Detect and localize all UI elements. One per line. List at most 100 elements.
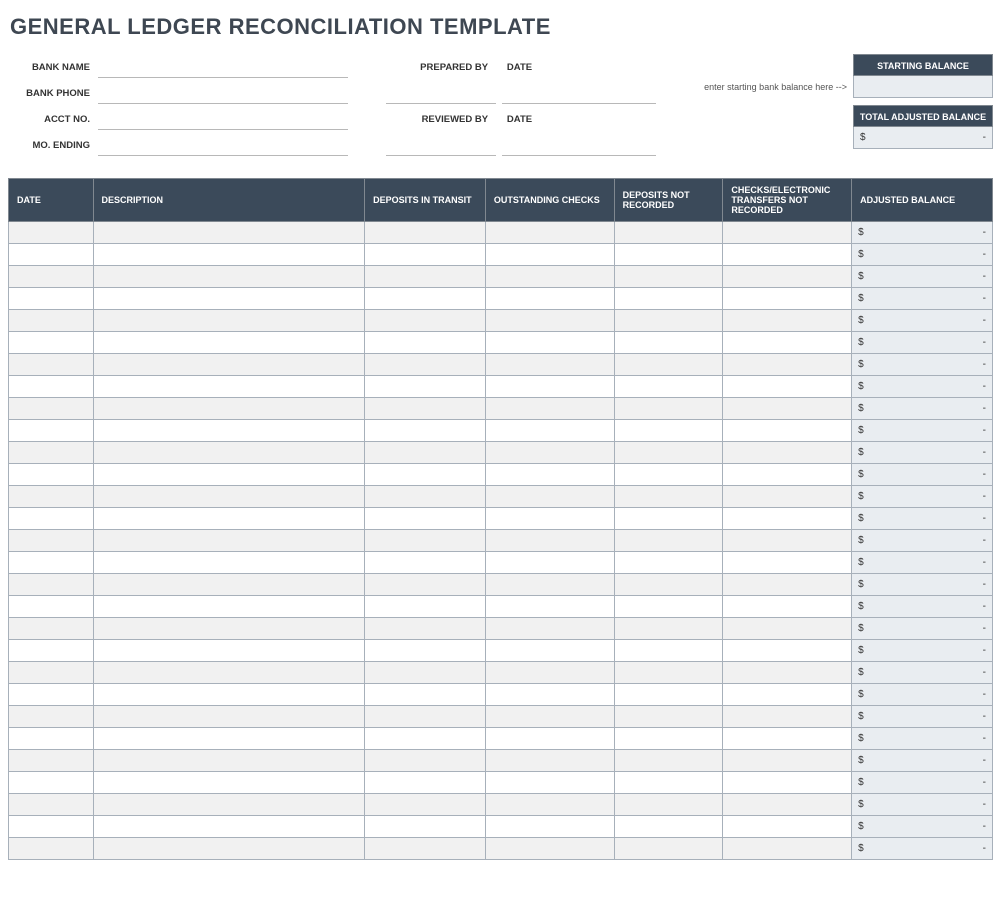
table-cell[interactable] [9, 442, 94, 464]
table-cell[interactable] [93, 706, 365, 728]
table-cell[interactable] [485, 332, 614, 354]
table-cell[interactable] [93, 728, 365, 750]
table-cell[interactable] [9, 288, 94, 310]
table-cell[interactable] [614, 222, 723, 244]
table-cell[interactable] [723, 618, 852, 640]
table-cell[interactable] [9, 838, 94, 860]
table-cell[interactable] [485, 596, 614, 618]
table-cell[interactable] [614, 618, 723, 640]
table-cell[interactable] [9, 464, 94, 486]
table-cell[interactable] [9, 420, 94, 442]
table-cell[interactable] [723, 684, 852, 706]
table-cell[interactable] [723, 596, 852, 618]
table-cell[interactable] [614, 354, 723, 376]
table-cell[interactable] [93, 376, 365, 398]
table-cell[interactable] [9, 640, 94, 662]
table-cell[interactable] [485, 816, 614, 838]
table-cell[interactable] [93, 420, 365, 442]
table-cell[interactable] [93, 464, 365, 486]
table-cell[interactable] [614, 486, 723, 508]
bank-name-input[interactable] [98, 56, 348, 78]
table-cell[interactable] [365, 618, 486, 640]
reviewed-date-input[interactable] [502, 134, 656, 156]
table-cell[interactable] [723, 398, 852, 420]
table-cell[interactable] [723, 508, 852, 530]
table-cell[interactable] [93, 750, 365, 772]
prepared-date-input[interactable] [502, 82, 656, 104]
table-cell[interactable] [614, 750, 723, 772]
table-cell[interactable] [365, 640, 486, 662]
table-cell[interactable] [723, 838, 852, 860]
table-cell[interactable] [723, 420, 852, 442]
table-cell[interactable] [365, 398, 486, 420]
table-cell[interactable] [9, 596, 94, 618]
table-cell[interactable] [723, 662, 852, 684]
table-cell[interactable] [723, 486, 852, 508]
table-cell[interactable] [485, 794, 614, 816]
table-cell[interactable] [723, 332, 852, 354]
table-cell[interactable] [485, 684, 614, 706]
table-cell[interactable] [365, 706, 486, 728]
table-cell[interactable] [614, 552, 723, 574]
table-cell[interactable] [93, 684, 365, 706]
table-cell[interactable] [93, 772, 365, 794]
table-cell[interactable] [93, 838, 365, 860]
table-cell[interactable] [93, 288, 365, 310]
table-cell[interactable] [9, 794, 94, 816]
table-cell[interactable] [9, 530, 94, 552]
table-cell[interactable] [365, 794, 486, 816]
table-cell[interactable] [614, 420, 723, 442]
table-cell[interactable] [723, 794, 852, 816]
table-cell[interactable] [614, 574, 723, 596]
table-cell[interactable] [723, 816, 852, 838]
table-cell[interactable] [723, 354, 852, 376]
table-cell[interactable] [485, 530, 614, 552]
table-cell[interactable] [9, 310, 94, 332]
table-cell[interactable] [365, 244, 486, 266]
table-cell[interactable] [365, 508, 486, 530]
table-cell[interactable] [723, 310, 852, 332]
table-cell[interactable] [365, 728, 486, 750]
table-cell[interactable] [485, 662, 614, 684]
table-cell[interactable] [365, 464, 486, 486]
table-cell[interactable] [485, 288, 614, 310]
table-cell[interactable] [9, 728, 94, 750]
table-cell[interactable] [485, 354, 614, 376]
table-cell[interactable] [9, 750, 94, 772]
table-cell[interactable] [9, 618, 94, 640]
table-cell[interactable] [365, 486, 486, 508]
mo-ending-input[interactable] [98, 134, 348, 156]
table-cell[interactable] [485, 420, 614, 442]
table-cell[interactable] [9, 486, 94, 508]
table-cell[interactable] [614, 838, 723, 860]
table-cell[interactable] [485, 222, 614, 244]
table-cell[interactable] [614, 332, 723, 354]
table-cell[interactable] [614, 816, 723, 838]
table-cell[interactable] [93, 662, 365, 684]
table-cell[interactable] [9, 662, 94, 684]
table-cell[interactable] [723, 376, 852, 398]
table-cell[interactable] [485, 838, 614, 860]
table-cell[interactable] [93, 596, 365, 618]
table-cell[interactable] [365, 684, 486, 706]
acct-no-input[interactable] [98, 108, 348, 130]
table-cell[interactable] [365, 816, 486, 838]
table-cell[interactable] [723, 574, 852, 596]
table-cell[interactable] [9, 706, 94, 728]
table-cell[interactable] [614, 684, 723, 706]
table-cell[interactable] [93, 332, 365, 354]
table-cell[interactable] [485, 618, 614, 640]
table-cell[interactable] [9, 772, 94, 794]
table-cell[interactable] [9, 574, 94, 596]
table-cell[interactable] [365, 332, 486, 354]
table-cell[interactable] [365, 530, 486, 552]
table-cell[interactable] [485, 640, 614, 662]
table-cell[interactable] [723, 266, 852, 288]
table-cell[interactable] [93, 816, 365, 838]
table-cell[interactable] [9, 398, 94, 420]
table-cell[interactable] [93, 244, 365, 266]
table-cell[interactable] [93, 398, 365, 420]
table-cell[interactable] [614, 244, 723, 266]
table-cell[interactable] [365, 266, 486, 288]
table-cell[interactable] [9, 684, 94, 706]
